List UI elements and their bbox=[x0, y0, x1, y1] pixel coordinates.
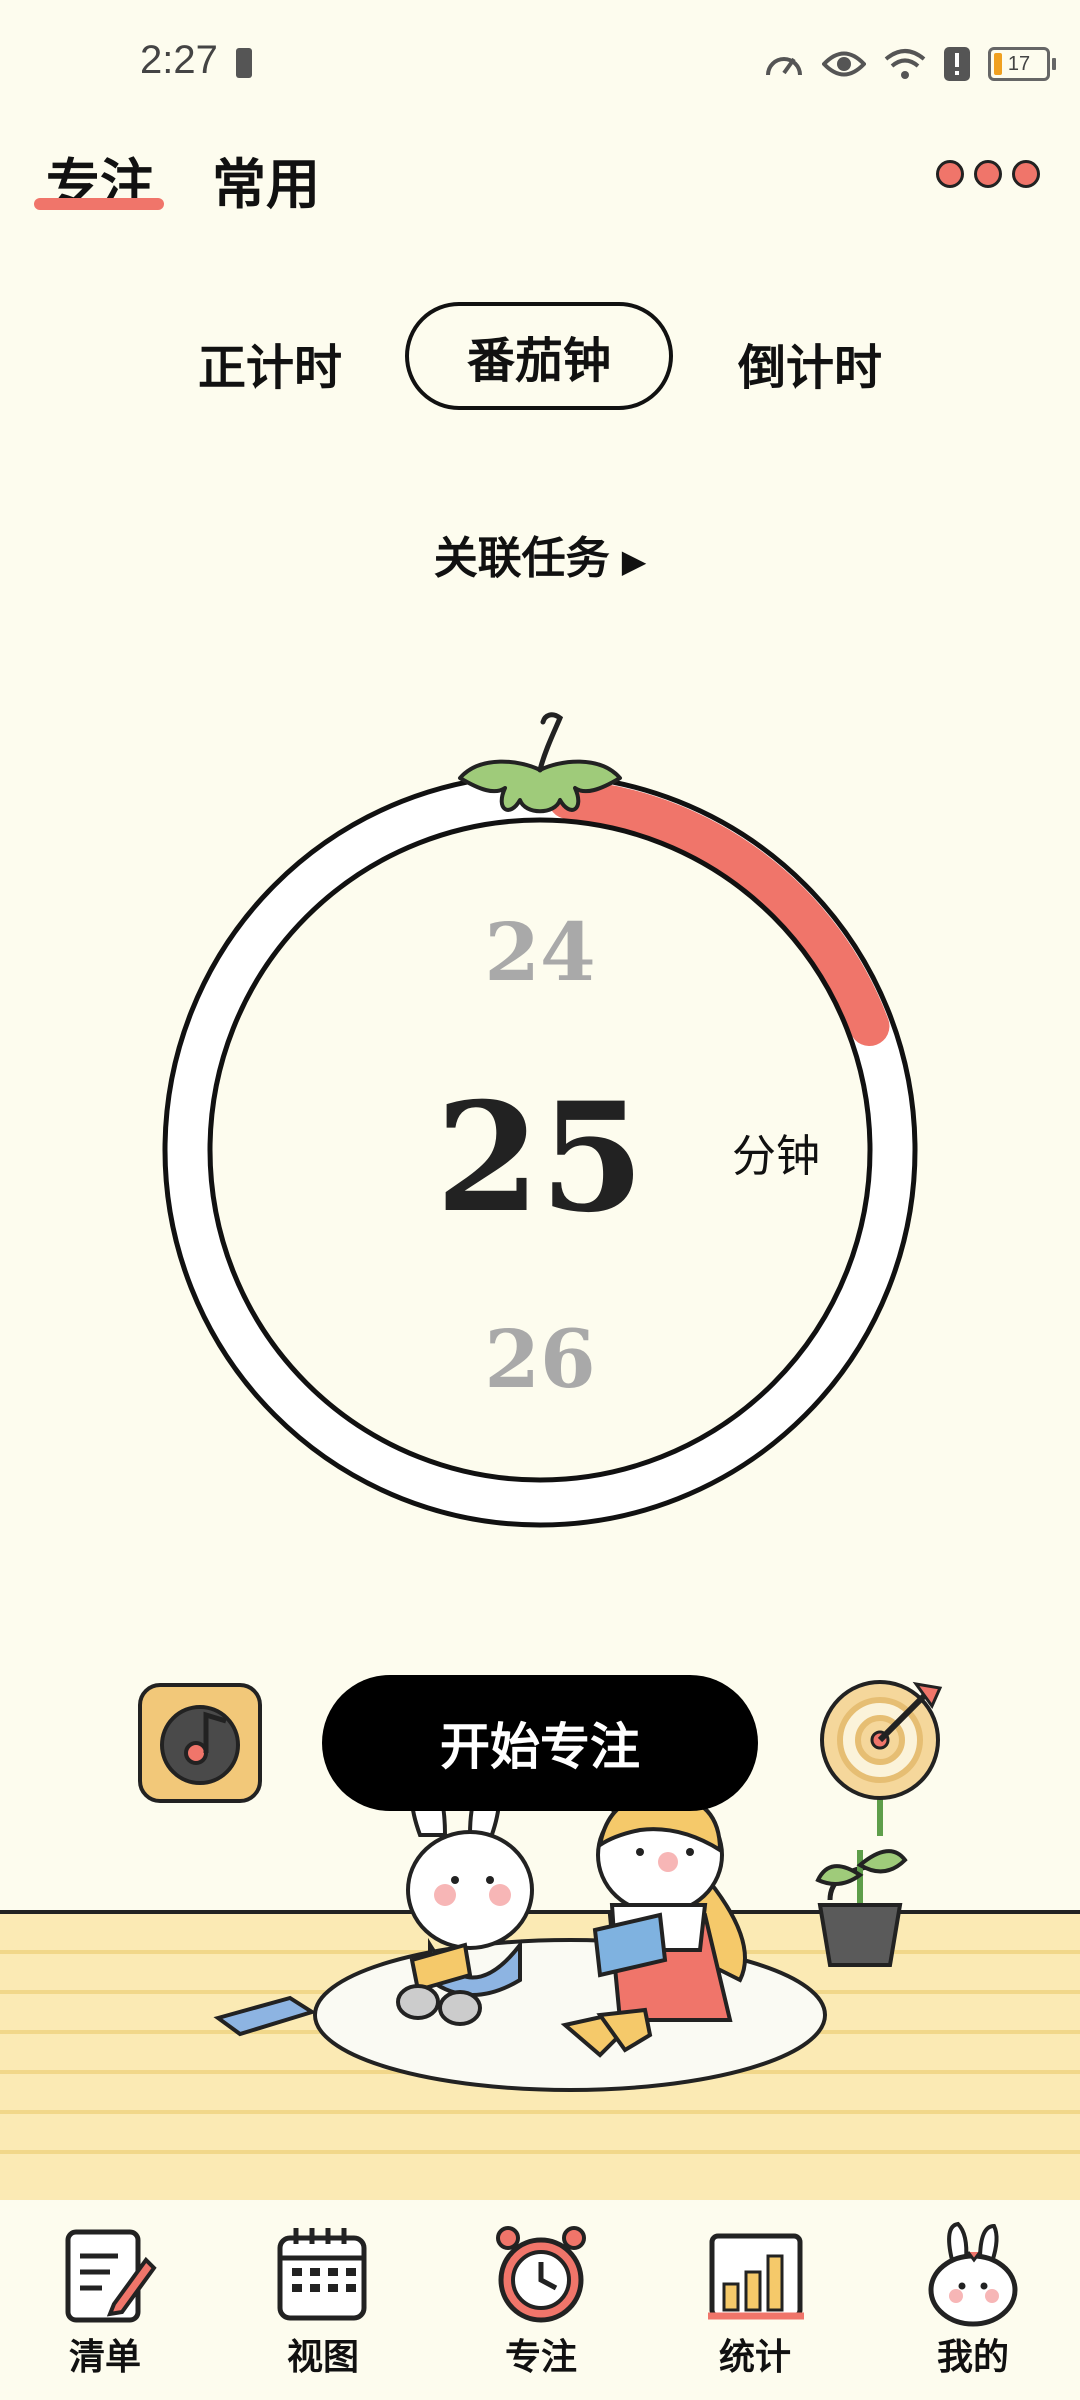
potted-plant bbox=[815, 1849, 908, 1967]
dial-prev-value: 24 bbox=[484, 905, 596, 999]
notepad-icon bbox=[65, 2229, 157, 2323]
mode-countdown[interactable]: 倒计时 bbox=[738, 328, 882, 398]
wifi-icon bbox=[884, 49, 926, 79]
speed-icon bbox=[766, 57, 802, 76]
calendar-icon bbox=[277, 2228, 367, 2321]
mode-pomodoro-label: 番茄钟 bbox=[466, 333, 611, 389]
mode-pomodoro[interactable]: 番茄钟 bbox=[405, 302, 673, 410]
nav-item-list[interactable]: 清单 bbox=[30, 2200, 180, 2378]
start-focus-button[interactable]: 开始专注 bbox=[322, 1675, 758, 1811]
eye-icon bbox=[822, 51, 866, 77]
battery-alert-icon bbox=[236, 48, 252, 78]
battery-icon: 17 bbox=[988, 47, 1056, 81]
nav-label-profile: 我的 bbox=[936, 2337, 1009, 2378]
nav-item-view[interactable]: 视图 bbox=[248, 2200, 398, 2378]
bunny-character bbox=[396, 1772, 534, 2026]
tab-focus-underline bbox=[34, 198, 164, 210]
status-icons: 17 bbox=[764, 42, 1056, 86]
dial-current-value: 25 bbox=[435, 1070, 645, 1246]
dial-next-value: 26 bbox=[484, 1312, 596, 1406]
triangle-right-icon: ▶ bbox=[621, 542, 647, 580]
tab-common[interactable]: 常用 bbox=[212, 140, 320, 219]
music-button[interactable] bbox=[138, 1683, 262, 1803]
music-note-icon bbox=[160, 1705, 240, 1785]
bunny-avatar-icon bbox=[928, 2221, 1018, 2327]
more-menu-icon[interactable] bbox=[936, 160, 1040, 188]
related-task-link[interactable]: 关联任务 ▶ bbox=[0, 522, 1080, 586]
nav-item-focus[interactable]: 专注 bbox=[466, 2200, 616, 2378]
alarm-clock-icon bbox=[496, 2226, 586, 2323]
nav-item-profile[interactable]: 我的 bbox=[898, 2200, 1048, 2378]
nav-label-view: 视图 bbox=[286, 2337, 359, 2378]
related-task-label: 关联任务 bbox=[433, 533, 610, 584]
dial-unit: 分钟 bbox=[732, 1131, 820, 1182]
alert-icon bbox=[944, 47, 970, 81]
battery-level: 17 bbox=[1007, 52, 1031, 75]
bottom-nav: 清单 视图 专注 统计 我的 bbox=[0, 2200, 1080, 2400]
nav-label-stats: 统计 bbox=[718, 2337, 791, 2378]
mode-count-up[interactable]: 正计时 bbox=[198, 328, 342, 398]
target-goal-icon[interactable] bbox=[816, 1676, 950, 1836]
nav-label-list: 清单 bbox=[68, 2337, 141, 2378]
nav-item-stats[interactable]: 统计 bbox=[680, 2200, 830, 2378]
status-time: 2:27 bbox=[140, 38, 218, 82]
nav-label-focus: 专注 bbox=[504, 2337, 577, 2378]
bar-chart-icon bbox=[708, 2233, 804, 2320]
